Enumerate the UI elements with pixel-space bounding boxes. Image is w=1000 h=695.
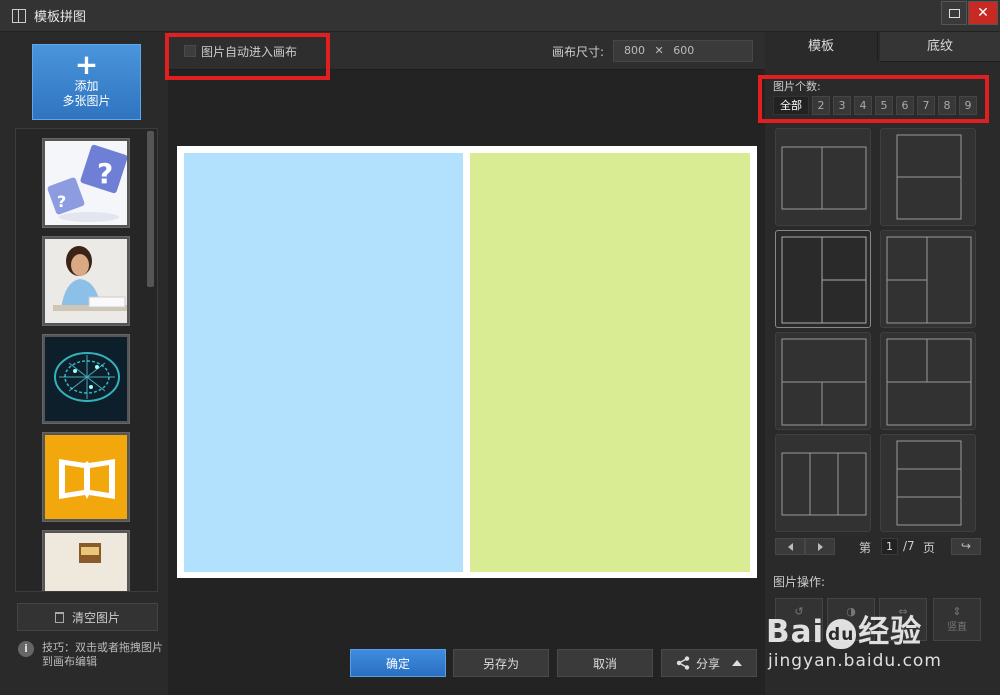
add-label-line1: 添加 (74, 79, 99, 93)
cancel-button[interactable]: 取消 (557, 649, 653, 677)
layout-3row-icon (896, 440, 962, 526)
scrollbar-thumb[interactable] (147, 131, 154, 287)
template-option[interactable] (775, 434, 871, 532)
canvas-size-field[interactable]: 800 ✕ 600 (613, 40, 753, 62)
template-option[interactable] (880, 128, 976, 226)
maximize-button[interactable] (941, 1, 967, 25)
share-label: 分享 (695, 656, 720, 671)
window-title: 模板拼图 (34, 10, 87, 25)
image-ops-label: 图片操作: (773, 575, 826, 589)
layout-2col-icon (781, 146, 867, 210)
ok-label: 确定 (385, 656, 410, 671)
page-total: /7 (903, 539, 915, 553)
open-book-thumbnail[interactable] (42, 432, 130, 522)
question-dice-thumbnail[interactable]: ? ? (42, 138, 130, 228)
template-option-selected[interactable] (775, 230, 871, 328)
template-option[interactable] (880, 434, 976, 532)
caret-up-icon (732, 660, 742, 666)
info-icon: i (18, 641, 34, 657)
template-option[interactable] (880, 230, 976, 328)
template-option[interactable] (775, 128, 871, 226)
tab-texture[interactable]: 底纹 (880, 32, 1000, 62)
flip-icon: ◑ (846, 605, 856, 618)
template-panel: 模板 底纹 图片个数: 全部 2 3 4 5 6 7 8 9 第 1 /7 页 … (765, 32, 1000, 695)
title-bar: 模板拼图 ✕ (0, 0, 1000, 32)
layout-icon (12, 8, 26, 23)
layout-3-right-icon (886, 236, 972, 324)
highlight-auto-enter (165, 33, 330, 80)
plus-icon: + (74, 48, 99, 81)
digital-brain-thumbnail[interactable] (42, 334, 130, 424)
prev-page-button[interactable] (775, 538, 805, 555)
times-icon: ✕ (654, 44, 664, 57)
collage-cell-left[interactable] (184, 153, 463, 572)
tab-template[interactable]: 模板 (765, 32, 878, 62)
flip-vertical-label: 竖直 (947, 622, 967, 633)
flip-button[interactable]: ◑ (827, 598, 875, 641)
cancel-label: 取消 (592, 656, 617, 671)
flip-horizontal-icon: ⇔ (898, 605, 908, 618)
canvas-height: 600 (673, 44, 695, 57)
tip-text: 技巧：双击或者拖拽图片到画布编辑 (42, 641, 163, 668)
layout-3-left-icon (781, 236, 867, 324)
close-icon: ✕ (977, 5, 989, 21)
flip-vertical-icon: ⇕ (952, 605, 962, 618)
svg-text:?: ? (57, 192, 66, 211)
layout-3col-icon (781, 452, 867, 516)
partial-thumbnail[interactable] (42, 530, 130, 591)
rotate-icon: ↺ (794, 605, 804, 618)
flip-horizontal-button[interactable]: ⇔ (879, 598, 927, 641)
canvas-area: 图片自动进入画布 画布尺寸: 800 ✕ 600 确定 另存为 取消 分享 (168, 32, 765, 695)
rotate-button[interactable]: ↺ (775, 598, 823, 641)
return-icon[interactable]: ↪ (951, 538, 981, 555)
page-prefix: 第 (859, 541, 872, 555)
add-label-line2: 多张图片 (62, 94, 111, 108)
page-suffix: 页 (923, 541, 936, 555)
collage-cell-right[interactable] (470, 153, 750, 572)
layout-3-top-icon (886, 338, 972, 426)
clear-images-button[interactable]: 清空图片 (17, 603, 158, 631)
ok-button[interactable]: 确定 (350, 649, 446, 677)
canvas-width: 800 (624, 44, 645, 57)
thumbnail-list[interactable]: ? ? (15, 128, 158, 592)
flip-vertical-button[interactable]: ⇕ 竖直 (933, 598, 981, 641)
share-icon (676, 656, 690, 670)
maximize-icon (948, 8, 960, 18)
clear-images-label: 清空图片 (71, 610, 120, 625)
add-images-button[interactable]: + 添加 多张图片 (32, 44, 141, 120)
girl-studying-thumbnail[interactable] (42, 236, 130, 326)
template-option[interactable] (775, 332, 871, 430)
tip: i 技巧：双击或者拖拽图片到画布编辑 (18, 641, 163, 669)
triangle-right-icon (817, 542, 823, 551)
save-as-label: 另存为 (482, 656, 519, 671)
triangle-left-icon (787, 542, 793, 551)
trash-icon (54, 611, 64, 623)
next-page-button[interactable] (805, 538, 835, 555)
layout-2row-icon (896, 134, 962, 220)
collage-canvas[interactable] (177, 146, 757, 578)
image-panel: + 添加 多张图片 ? ? 清空图片 i 技巧：双击或者拖拽图片到画布编辑 (0, 32, 168, 695)
share-button[interactable]: 分享 (661, 649, 757, 677)
save-as-button[interactable]: 另存为 (453, 649, 549, 677)
template-option[interactable] (880, 332, 976, 430)
page-number-field[interactable]: 1 (881, 538, 898, 555)
template-pager: 第 1 /7 页 ↪ (775, 538, 983, 555)
layout-3-bottom-icon (781, 338, 867, 426)
svg-text:?: ? (97, 157, 113, 190)
canvas-size-label: 画布尺寸: (552, 45, 605, 59)
highlight-image-count (758, 75, 989, 123)
close-button[interactable]: ✕ (968, 1, 998, 25)
